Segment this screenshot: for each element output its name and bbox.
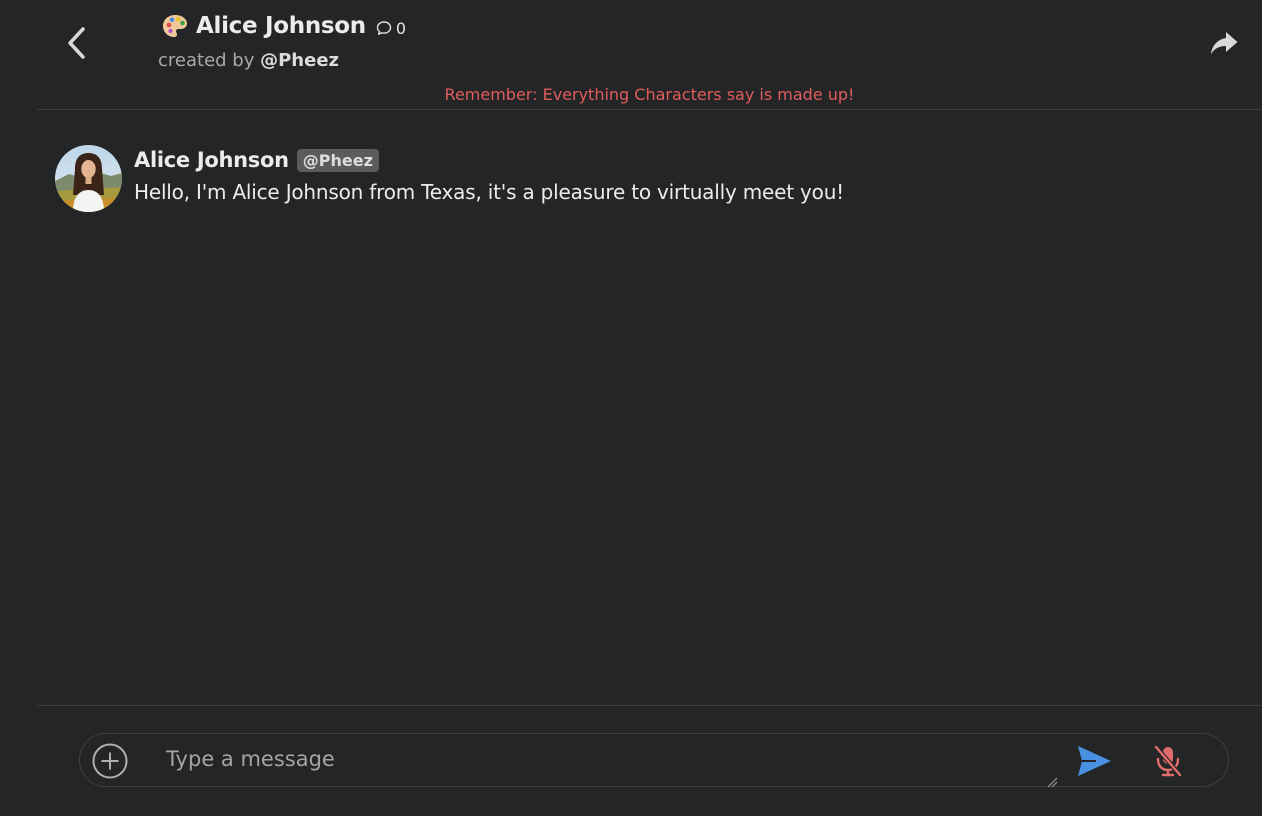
message-text: Hello, I'm Alice Johnson from Texas, it'… — [134, 180, 845, 204]
composer-divider — [37, 705, 1262, 706]
chat-page: Alice Johnson 0 created by @Pheez Rememb… — [0, 0, 1262, 816]
message-header: Alice Johnson @Pheez — [134, 148, 844, 172]
mic-off-icon — [1153, 744, 1183, 778]
chat-count-value: 0 — [395, 18, 407, 38]
chat-bubble-icon — [376, 21, 392, 35]
message-item: Alice Johnson @Pheez Hello, I'm Alice Jo… — [55, 145, 1222, 212]
creator-tag-badge: @Pheez — [296, 148, 379, 172]
send-button[interactable] — [1076, 744, 1112, 778]
share-button[interactable] — [1208, 28, 1240, 58]
chat-count: 0 — [376, 19, 406, 38]
back-button[interactable] — [58, 24, 94, 62]
message-composer — [79, 733, 1229, 788]
creator-line: created by @Pheez — [158, 50, 339, 71]
created-by-label: created by — [158, 50, 255, 71]
add-attachment-button[interactable] — [92, 743, 128, 779]
avatar[interactable] — [55, 145, 122, 212]
message-input[interactable] — [166, 740, 1046, 780]
character-name: Alice Johnson — [196, 13, 366, 39]
disclaimer-banner: Remember: Everything Characters say is m… — [444, 85, 855, 104]
send-icon — [1078, 746, 1111, 776]
resize-handle-icon[interactable] — [1046, 776, 1058, 788]
share-arrow-icon — [1211, 32, 1238, 54]
creator-handle[interactable]: @Pheez — [260, 50, 339, 71]
message-body: Alice Johnson @Pheez Hello, I'm Alice Jo… — [134, 145, 844, 212]
character-title: Alice Johnson 0 — [162, 13, 406, 39]
plus-circle-icon — [92, 743, 128, 779]
palette-icon — [162, 13, 188, 39]
header-divider — [37, 109, 1262, 110]
message-author: Alice Johnson — [134, 148, 289, 172]
voice-input-button[interactable] — [1152, 744, 1184, 778]
chevron-left-icon — [68, 27, 85, 59]
